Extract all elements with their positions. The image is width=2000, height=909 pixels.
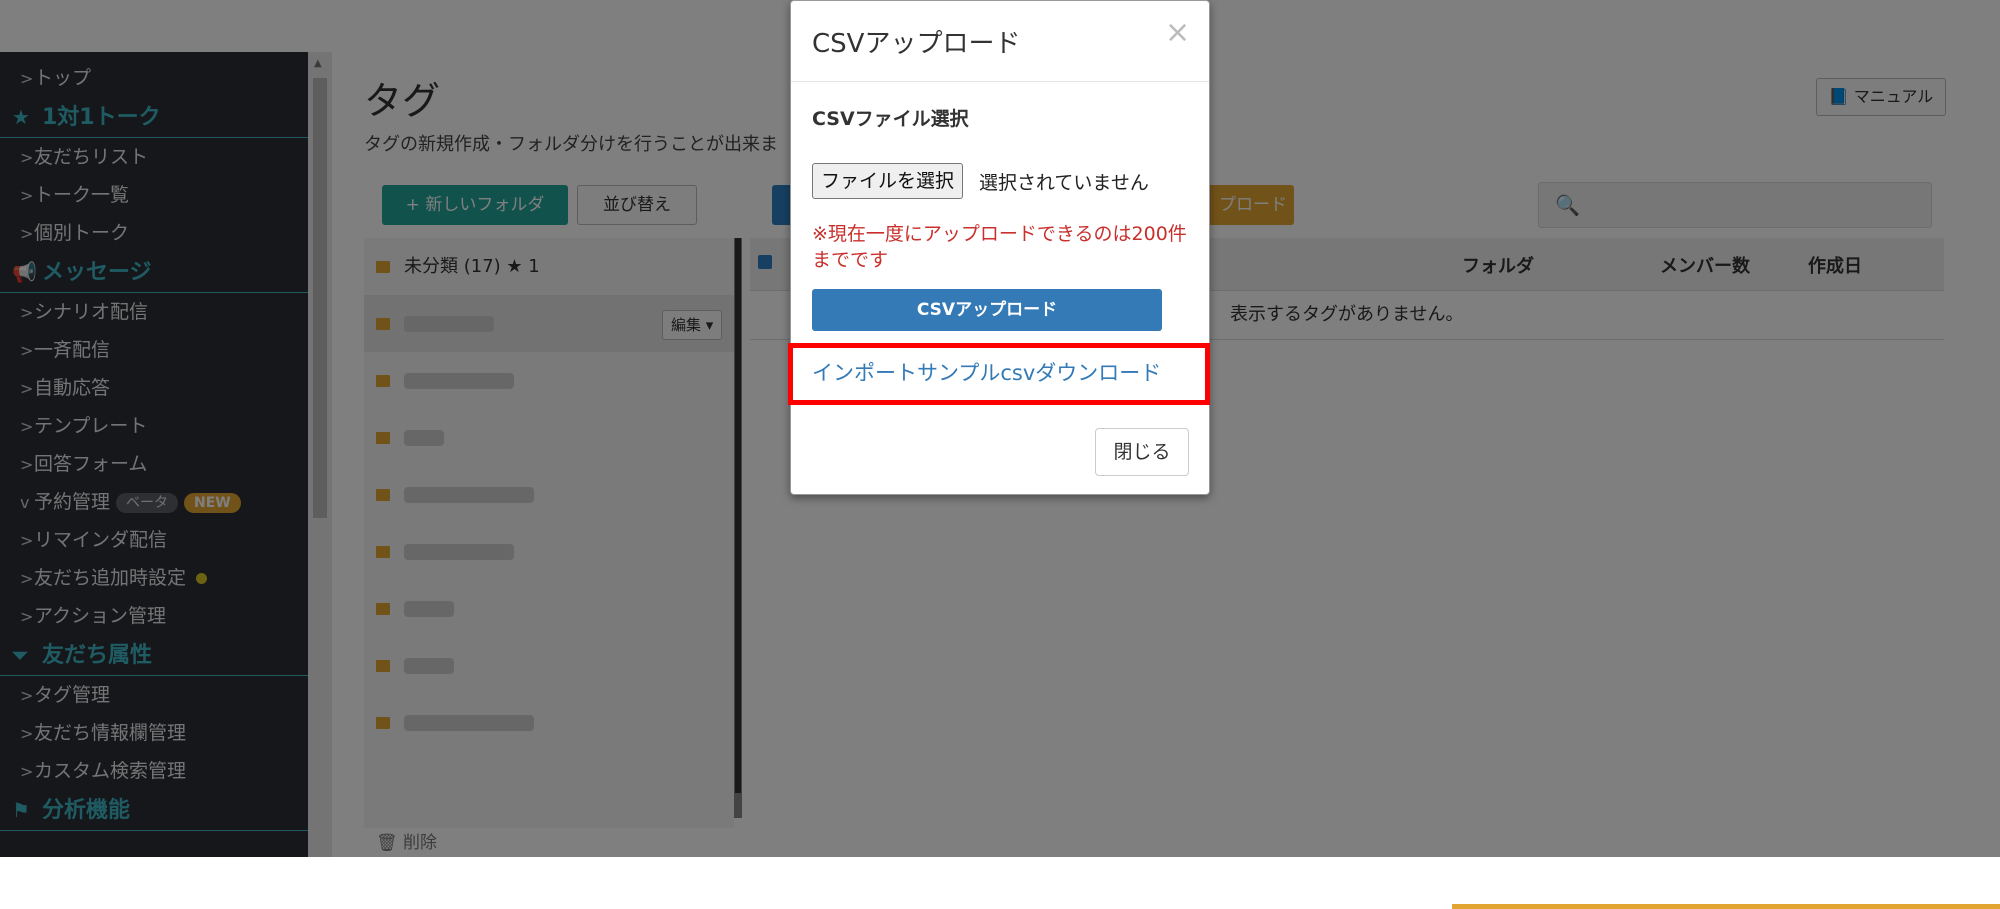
file-status-text: 選択されていません (979, 172, 1149, 194)
csv-upload-modal: CSVアップロード × CSVファイル選択 ファイルを選択 選択されていません … (790, 0, 1210, 495)
close-icon[interactable]: × (1165, 15, 1190, 50)
upload-limit-warning: ※現在一度にアップロードできるのは200件までです (812, 223, 1187, 271)
modal-title: CSVアップロード (812, 29, 1021, 59)
choose-file-button[interactable]: ファイルを選択 (812, 163, 964, 199)
highlight-annotation-box (788, 343, 1210, 405)
csv-file-select-label: CSVファイル選択 (812, 108, 969, 130)
csv-upload-button[interactable]: CSVアップロード (812, 289, 1162, 331)
bottom-accent-bar (1452, 904, 2000, 909)
modal-header: CSVアップロード × (791, 1, 1209, 82)
modal-close-button[interactable]: 閉じる (1095, 428, 1189, 476)
